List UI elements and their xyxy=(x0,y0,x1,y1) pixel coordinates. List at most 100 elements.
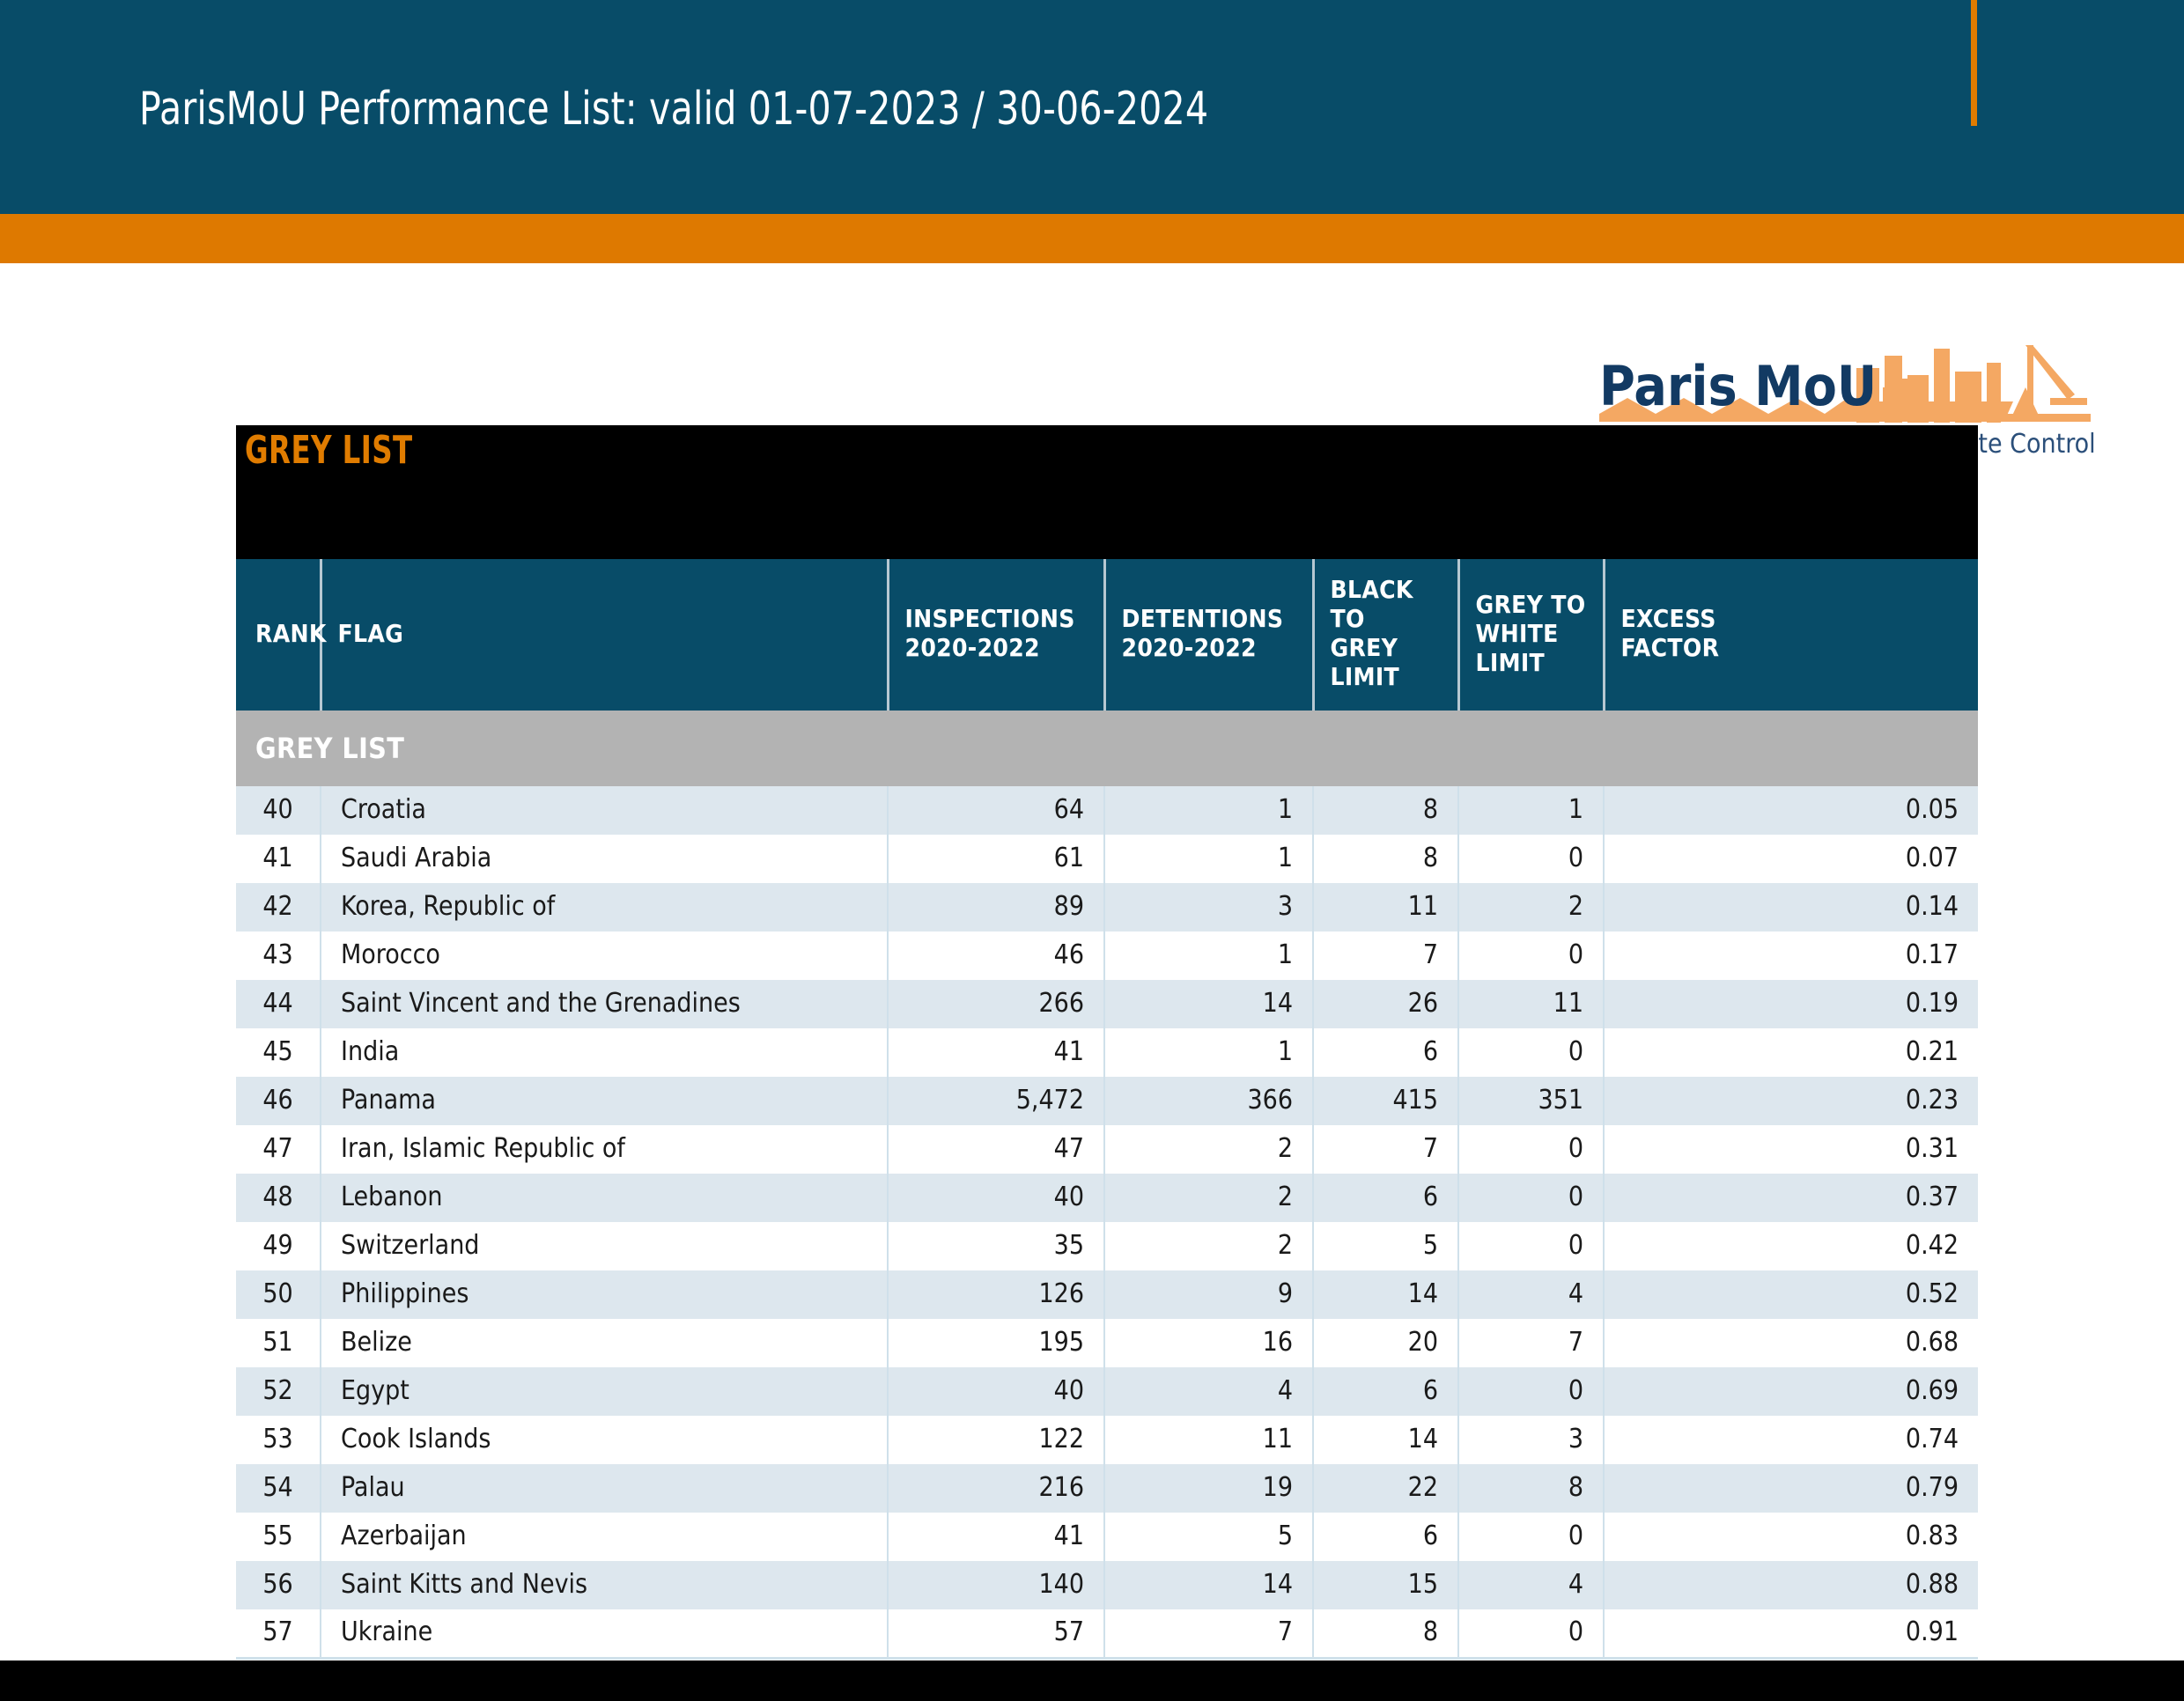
cell-flag: Saint Kitts and Nevis xyxy=(321,1561,889,1609)
cell-inspections: 140 xyxy=(888,1561,1105,1609)
grey-list-title-band xyxy=(236,425,1978,559)
cell-flag: Saint Vincent and the Grenadines xyxy=(321,980,889,1028)
cell-rank: 54 xyxy=(236,1464,321,1513)
column-header-inspections-line2: 2020-2022 xyxy=(904,633,1040,662)
cell-grey-to-white-limit: 0 xyxy=(1458,835,1605,883)
table-section-row: GREY LIST xyxy=(236,711,1978,786)
column-header-black-to-grey-line2: GREY LIMIT xyxy=(1330,633,1400,691)
cell-excess-factor: 0.79 xyxy=(1604,1464,1978,1513)
table-row[interactable]: 50 Philippines 126 9 14 4 0.52 xyxy=(236,1270,1978,1319)
cell-excess-factor: 0.68 xyxy=(1604,1319,1978,1367)
cell-detentions: 2 xyxy=(1104,1125,1314,1174)
column-header-grey-to-white-limit[interactable]: GREY TO WHITE LIMIT xyxy=(1458,559,1605,711)
cell-grey-to-white-limit: 3 xyxy=(1458,1416,1605,1464)
table-row[interactable]: 57 Ukraine 57 7 8 0 0.91 xyxy=(236,1609,1978,1660)
cell-rank: 55 xyxy=(236,1513,321,1561)
table-row[interactable]: 52 Egypt 40 4 6 0 0.69 xyxy=(236,1367,1978,1416)
cell-grey-to-white-limit: 8 xyxy=(1458,1464,1605,1513)
cell-excess-factor: 0.42 xyxy=(1604,1222,1978,1270)
cell-grey-to-white-limit: 7 xyxy=(1458,1319,1605,1367)
cell-detentions: 1 xyxy=(1104,932,1314,980)
cell-grey-to-white-limit: 0 xyxy=(1458,1609,1605,1660)
table-row[interactable]: 47 Iran, Islamic Republic of 47 2 7 0 0.31 xyxy=(236,1125,1978,1174)
cell-inspections: 126 xyxy=(888,1270,1105,1319)
column-header-flag[interactable]: FLAG xyxy=(321,559,889,711)
cell-inspections: 216 xyxy=(888,1464,1105,1513)
column-header-black-to-grey-line1: BLACK TO xyxy=(1330,575,1413,633)
cell-black-to-grey-limit: 6 xyxy=(1313,1513,1459,1561)
table-row[interactable]: 49 Switzerland 35 2 5 0 0.42 xyxy=(236,1222,1978,1270)
column-header-rank[interactable]: RANK xyxy=(236,559,326,711)
cell-grey-to-white-limit: 0 xyxy=(1458,1125,1605,1174)
cell-grey-to-white-limit: 0 xyxy=(1458,932,1605,980)
cell-detentions: 14 xyxy=(1104,1561,1314,1609)
cell-rank: 50 xyxy=(236,1270,321,1319)
cell-detentions: 366 xyxy=(1104,1077,1314,1125)
cell-excess-factor: 0.19 xyxy=(1604,980,1978,1028)
cell-excess-factor: 0.69 xyxy=(1604,1367,1978,1416)
table-row[interactable]: 44 Saint Vincent and the Grenadines 266 14 2… xyxy=(236,980,1978,1028)
cell-excess-factor: 0.74 xyxy=(1604,1416,1978,1464)
cell-rank: 48 xyxy=(236,1174,321,1222)
table-header: RANK FLAG INSPECTIONS 2020-2022 DETENTIO… xyxy=(236,559,1978,711)
table-row[interactable]: 53 Cook Islands 122 11 14 3 0.74 xyxy=(236,1416,1978,1464)
cell-rank: 47 xyxy=(236,1125,321,1174)
table-row[interactable]: 40 Croatia 64 1 8 1 0.05 xyxy=(236,786,1978,835)
column-header-rank-line1: RANK xyxy=(255,618,327,648)
cell-inspections: 35 xyxy=(888,1222,1105,1270)
cell-detentions: 1 xyxy=(1104,786,1314,835)
cell-detentions: 9 xyxy=(1104,1270,1314,1319)
cell-inspections: 57 xyxy=(888,1609,1105,1660)
column-header-excess-factor[interactable]: EXCESS FACTOR xyxy=(1604,559,1978,711)
cell-flag: Belize xyxy=(321,1319,889,1367)
cell-black-to-grey-limit: 7 xyxy=(1313,932,1459,980)
cell-excess-factor: 0.31 xyxy=(1604,1125,1978,1174)
cell-grey-to-white-limit: 0 xyxy=(1458,1367,1605,1416)
cell-detentions: 16 xyxy=(1104,1319,1314,1367)
cell-detentions: 2 xyxy=(1104,1174,1314,1222)
cell-flag: India xyxy=(321,1028,889,1077)
table-row[interactable]: 41 Saudi Arabia 61 1 8 0 0.07 xyxy=(236,835,1978,883)
table-row[interactable]: 46 Panama 5,472 366 415 351 0.23 xyxy=(236,1077,1978,1125)
table-row[interactable]: 42 Korea, Republic of 89 3 11 2 0.14 xyxy=(236,883,1978,932)
cell-black-to-grey-limit: 415 xyxy=(1313,1077,1459,1125)
cell-rank: 45 xyxy=(236,1028,321,1077)
table-row[interactable]: 55 Azerbaijan 41 5 6 0 0.83 xyxy=(236,1513,1978,1561)
cell-flag: Iran, Islamic Republic of xyxy=(321,1125,889,1174)
column-header-black-to-grey-limit[interactable]: BLACK TO GREY LIMIT xyxy=(1313,559,1460,711)
cell-detentions: 4 xyxy=(1104,1367,1314,1416)
column-header-detentions[interactable]: DETENTIONS 2020-2022 xyxy=(1104,559,1315,711)
cell-grey-to-white-limit: 4 xyxy=(1458,1270,1605,1319)
cell-inspections: 122 xyxy=(888,1416,1105,1464)
cell-detentions: 7 xyxy=(1104,1609,1314,1660)
table-section-label: GREY LIST xyxy=(236,711,1978,786)
cell-black-to-grey-limit: 20 xyxy=(1313,1319,1459,1367)
cell-detentions: 1 xyxy=(1104,1028,1314,1077)
table-row[interactable]: 56 Saint Kitts and Nevis 140 14 15 4 0.88 xyxy=(236,1561,1978,1609)
cell-flag: Ukraine xyxy=(321,1609,889,1660)
cell-inspections: 266 xyxy=(888,980,1105,1028)
table-row[interactable]: 48 Lebanon 40 2 6 0 0.37 xyxy=(236,1174,1978,1222)
cell-excess-factor: 0.91 xyxy=(1604,1609,1978,1660)
table-row[interactable]: 43 Morocco 46 1 7 0 0.17 xyxy=(236,932,1978,980)
header-orange-divider xyxy=(0,214,2184,263)
cell-grey-to-white-limit: 0 xyxy=(1458,1028,1605,1077)
cell-excess-factor: 0.07 xyxy=(1604,835,1978,883)
cell-inspections: 195 xyxy=(888,1319,1105,1367)
cell-detentions: 1 xyxy=(1104,835,1314,883)
cell-detentions: 2 xyxy=(1104,1222,1314,1270)
cell-inspections: 40 xyxy=(888,1174,1105,1222)
column-header-flag-line1: FLAG xyxy=(337,618,404,648)
cell-excess-factor: 0.83 xyxy=(1604,1513,1978,1561)
cell-rank: 40 xyxy=(236,786,321,835)
cell-black-to-grey-limit: 26 xyxy=(1313,980,1459,1028)
cell-detentions: 11 xyxy=(1104,1416,1314,1464)
performance-table-container: RANK FLAG INSPECTIONS 2020-2022 DETENTIO… xyxy=(236,559,1978,1660)
column-header-inspections-line1: INSPECTIONS xyxy=(904,604,1075,633)
cell-flag: Saudi Arabia xyxy=(321,835,889,883)
table-row[interactable]: 45 India 41 1 6 0 0.21 xyxy=(236,1028,1978,1077)
column-header-inspections[interactable]: INSPECTIONS 2020-2022 xyxy=(888,559,1106,711)
table-row[interactable]: 51 Belize 195 16 20 7 0.68 xyxy=(236,1319,1978,1367)
table-row[interactable]: 54 Palau 216 19 22 8 0.79 xyxy=(236,1464,1978,1513)
cell-grey-to-white-limit: 0 xyxy=(1458,1174,1605,1222)
